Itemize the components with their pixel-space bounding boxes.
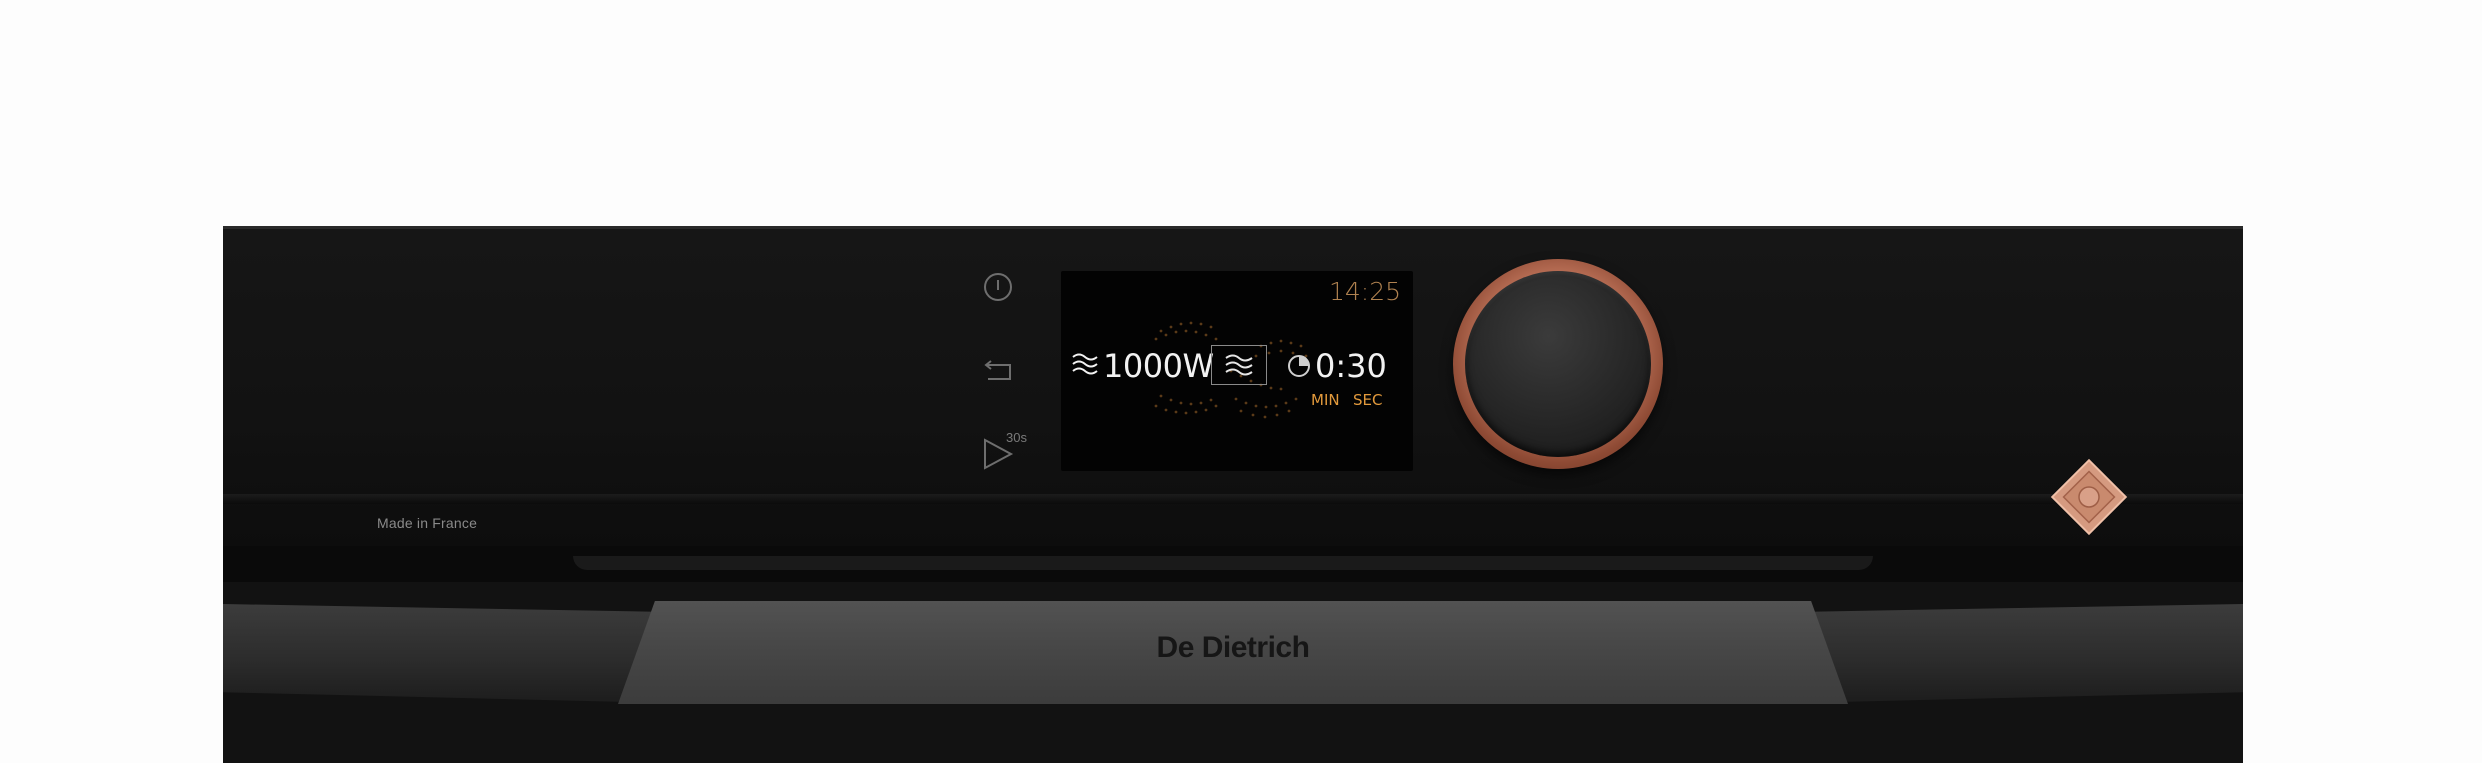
knob-cap	[1465, 271, 1651, 457]
door-handle[interactable]: De Dietrich	[618, 601, 1848, 704]
microwave-mode-icon	[1225, 354, 1253, 376]
timer-value: 0:30	[1315, 347, 1387, 385]
brand-diamond-emblem	[2050, 458, 2128, 536]
microwave-waves-icon	[1072, 353, 1098, 375]
power-level: 1000W	[1103, 347, 1214, 385]
power-icon	[984, 273, 1012, 301]
display-screen: 14:25 1000W 0:30 MIN SEC	[1061, 271, 1413, 471]
back-button[interactable]	[978, 351, 1018, 391]
made-in-label: Made in France	[377, 515, 478, 531]
control-panel: 30s 14:25 1000W 0:30 MIN SEC Made in Fra…	[223, 226, 2243, 546]
door-handle-left-bevel	[223, 604, 663, 702]
panel-lip	[223, 494, 2243, 504]
display-clock: 14:25	[1328, 277, 1401, 306]
vent-slot	[573, 556, 1873, 570]
timer-unit-sec: SEC	[1353, 391, 1383, 409]
cooking-mode-selector[interactable]	[1211, 345, 1267, 385]
power-button[interactable]	[978, 267, 1018, 307]
control-knob[interactable]	[1453, 259, 1663, 469]
quick-start-badge: 30s	[1006, 430, 1027, 445]
brand-logo: De Dietrich	[1156, 631, 1310, 664]
oven: 30s 14:25 1000W 0:30 MIN SEC Made in Fra…	[223, 226, 2243, 763]
door-handle-right-bevel	[1803, 604, 2243, 702]
timer-unit-min: MIN	[1311, 391, 1340, 409]
timer-icon	[1288, 355, 1310, 377]
return-arrow-icon	[984, 360, 1011, 380]
quick-start-button[interactable]: 30s	[978, 430, 1027, 474]
